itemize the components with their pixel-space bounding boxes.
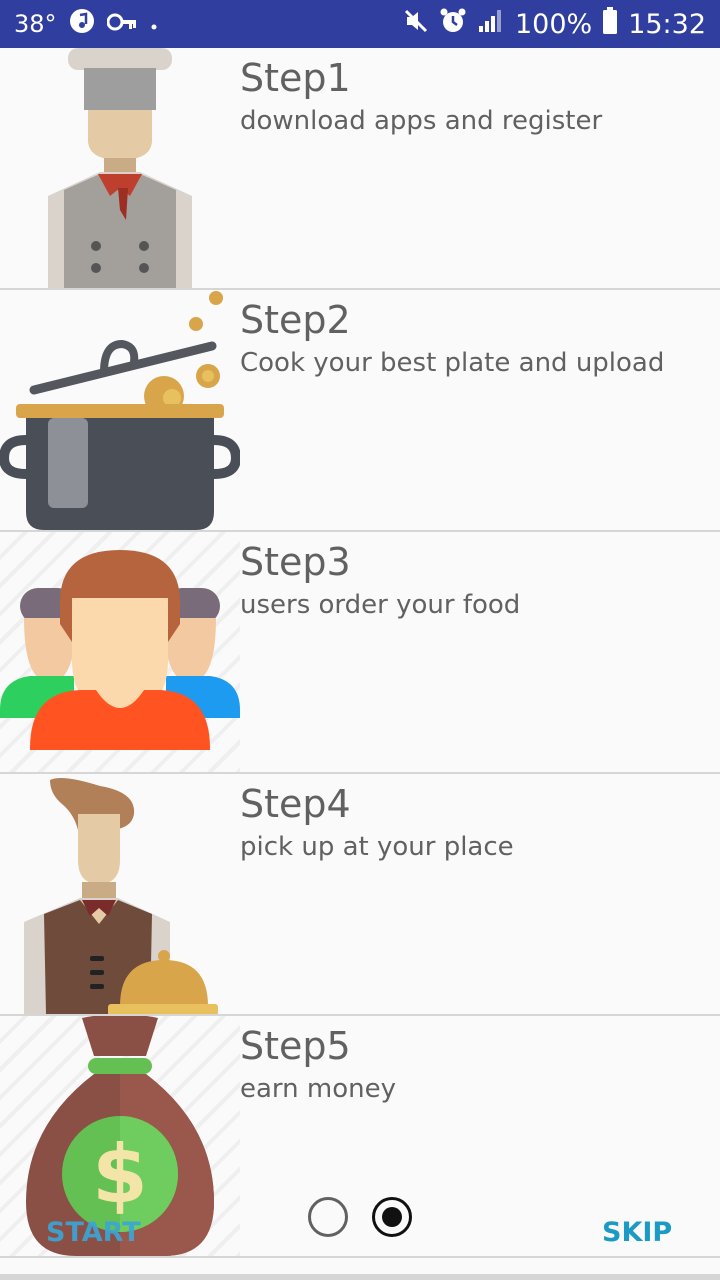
start-button[interactable]: START [46, 1217, 141, 1248]
step-row-4: Step4 pick up at your place [0, 774, 720, 1016]
step-row-3: Step3 users order your food [0, 532, 720, 774]
music-note-icon [69, 8, 95, 40]
status-bar: 38° 100% 15:32 [0, 0, 720, 48]
page-indicator-1[interactable] [308, 1197, 348, 1237]
status-right: 100% 15:32 [403, 6, 706, 42]
signal-icon [477, 8, 505, 41]
page-indicator-2-active[interactable] [372, 1197, 412, 1237]
step-description: Cook your best plate and upload [240, 348, 665, 378]
status-left: 38° [14, 8, 159, 40]
battery-icon [602, 6, 618, 42]
users-group-icon [0, 532, 240, 772]
mute-icon [403, 8, 429, 41]
notification-dot-icon [149, 10, 159, 38]
step-description: download apps and register [240, 106, 603, 136]
key-icon [106, 10, 137, 38]
temperature-text: 38° [14, 10, 57, 38]
battery-percent-text: 100% [514, 8, 593, 40]
waiter-icon [0, 774, 240, 1014]
step-description: users order your food [240, 590, 521, 620]
clock-text: 15:32 [628, 8, 706, 40]
step-title: Step3 [240, 540, 351, 584]
step-title: Step4 [240, 782, 351, 826]
cooking-pot-icon [0, 290, 240, 530]
step-row-1: Step1 download apps and register [0, 48, 720, 290]
step-title: Step5 [240, 1024, 351, 1068]
step-title: Step2 [240, 298, 351, 342]
divider [0, 1274, 720, 1280]
steps-list: Step1 download apps and register Step2 C… [0, 48, 720, 1258]
step-row-2: Step2 Cook your best plate and upload [0, 290, 720, 532]
skip-button[interactable]: SKIP [602, 1217, 672, 1248]
chef-icon [0, 48, 240, 288]
step-description: earn money [240, 1074, 396, 1104]
step-description: pick up at your place [240, 832, 514, 862]
step-title: Step1 [240, 56, 351, 100]
svg-text:$: $ [92, 1128, 148, 1221]
alarm-icon [439, 7, 467, 42]
